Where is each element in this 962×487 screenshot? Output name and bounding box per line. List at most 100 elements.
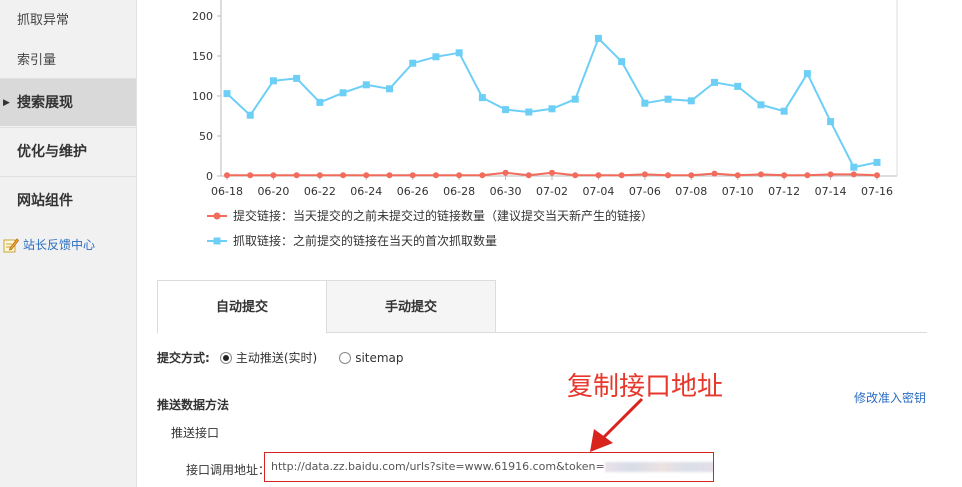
data-point-1[interactable] xyxy=(803,70,811,78)
data-point-0[interactable] xyxy=(618,172,625,179)
data-point-1[interactable] xyxy=(246,111,254,119)
data-point-0[interactable] xyxy=(641,171,648,178)
data-point-0[interactable] xyxy=(502,169,509,176)
data-point-0[interactable] xyxy=(247,172,254,179)
data-point-1[interactable] xyxy=(711,78,718,86)
data-point-0[interactable] xyxy=(293,172,300,179)
data-point-0[interactable] xyxy=(386,172,393,179)
sidebar: 抓取异常 索引量 ▶ 搜索展现 优化与维护 网站组件 站长反馈中心 xyxy=(0,0,137,487)
data-point-1[interactable] xyxy=(827,118,835,126)
x-tick-label: 06-18 xyxy=(211,185,243,198)
data-point-1[interactable] xyxy=(641,99,649,107)
data-point-0[interactable] xyxy=(665,172,672,179)
data-point-0[interactable] xyxy=(734,172,741,179)
x-tick-label: 06-20 xyxy=(257,185,289,198)
y-tick-label: 0 xyxy=(206,170,213,183)
sidebar-item-site-components[interactable]: 网站组件 xyxy=(0,176,136,224)
x-tick-label: 07-14 xyxy=(815,185,847,198)
legend-item-crawled[interactable]: 抓取链接：之前提交的链接在当天的首次抓取数量 xyxy=(207,232,497,249)
data-point-0[interactable] xyxy=(432,172,439,179)
data-point-0[interactable] xyxy=(827,171,834,178)
api-url-label: 接口调用地址： xyxy=(186,463,271,477)
data-point-0[interactable] xyxy=(688,172,695,179)
data-point-0[interactable] xyxy=(340,172,347,179)
data-point-0[interactable] xyxy=(781,172,788,179)
radio-active-push-label[interactable]: 主动推送(实时) xyxy=(236,349,317,366)
data-point-1[interactable] xyxy=(386,85,393,93)
submit-method-row: 提交方式: 主动推送(实时) sitemap xyxy=(157,349,404,366)
data-point-1[interactable] xyxy=(594,34,602,42)
legend-label: 抓取链接：之前提交的链接在当天的首次抓取数量 xyxy=(233,234,498,248)
x-tick-label: 07-04 xyxy=(582,185,614,198)
push-method-heading: 推送数据方法 xyxy=(157,398,230,412)
feedback-center-link[interactable]: 站长反馈中心 xyxy=(0,236,95,253)
y-axis: 0 50 100 150 200 xyxy=(192,0,222,183)
data-point-1[interactable] xyxy=(571,95,579,103)
feedback-center-label: 站长反馈中心 xyxy=(23,238,96,252)
data-point-1[interactable] xyxy=(502,106,510,114)
y-tick-label: 50 xyxy=(199,130,213,143)
data-point-1[interactable] xyxy=(316,98,324,106)
data-point-1[interactable] xyxy=(687,97,695,105)
tab-auto-submit[interactable]: 自动提交 xyxy=(157,280,327,334)
submit-method-label: 提交方式: xyxy=(157,351,210,365)
data-point-0[interactable] xyxy=(549,169,555,176)
data-point-0[interactable] xyxy=(711,170,718,177)
radio-sitemap-label[interactable]: sitemap xyxy=(355,351,403,365)
data-point-1[interactable] xyxy=(873,158,881,166)
data-point-0[interactable] xyxy=(270,172,277,179)
sidebar-item-crawl-errors[interactable]: 抓取异常 xyxy=(0,9,136,28)
sidebar-item-label: 抓取异常 xyxy=(17,13,70,28)
data-point-1[interactable] xyxy=(757,101,765,109)
sidebar-item-label: 优化与维护 xyxy=(17,144,87,160)
data-point-1[interactable] xyxy=(664,95,672,103)
radio-active-push[interactable] xyxy=(219,351,232,364)
sidebar-item-index-volume[interactable]: 索引量 xyxy=(0,49,136,68)
data-point-1[interactable] xyxy=(850,163,858,171)
x-tick-label: 07-06 xyxy=(629,185,661,198)
x-tick-label: 06-28 xyxy=(443,185,475,198)
data-point-1[interactable] xyxy=(409,59,417,67)
data-point-1[interactable] xyxy=(432,53,440,61)
radio-sitemap[interactable] xyxy=(339,351,352,364)
api-url-field[interactable]: http://data.zz.baidu.com/urls?site=www.6… xyxy=(264,452,714,482)
x-tick-label: 07-16 xyxy=(861,185,893,198)
legend-item-submitted[interactable]: 提交链接：当天提交的之前未提交过的链接数量（建议提交当天新产生的链接） xyxy=(207,207,653,224)
data-point-0[interactable] xyxy=(757,171,764,178)
data-point-0[interactable] xyxy=(804,172,811,179)
series-layer xyxy=(223,34,881,179)
data-point-1[interactable] xyxy=(269,77,277,85)
data-point-1[interactable] xyxy=(525,108,533,116)
data-point-0[interactable] xyxy=(316,172,323,179)
edit-access-key-link[interactable]: 修改准入密钥 xyxy=(854,389,926,406)
data-point-0[interactable] xyxy=(363,172,370,179)
sidebar-item-optimize-maintain[interactable]: 优化与维护 xyxy=(0,127,136,175)
data-point-0[interactable] xyxy=(224,172,230,179)
data-point-1[interactable] xyxy=(548,105,556,113)
data-point-1[interactable] xyxy=(618,58,626,66)
legend-label: 提交链接：当天提交的之前未提交过的链接数量（建议提交当天新产生的链接） xyxy=(233,209,654,223)
data-point-0[interactable] xyxy=(874,172,880,179)
data-point-1[interactable] xyxy=(339,89,347,97)
x-tick-label: 07-02 xyxy=(536,185,568,198)
sidebar-item-search-display[interactable]: ▶ 搜索展现 xyxy=(0,78,136,126)
y-tick-label: 200 xyxy=(192,10,213,23)
data-point-1[interactable] xyxy=(455,49,463,57)
data-point-1[interactable] xyxy=(734,82,742,90)
data-point-0[interactable] xyxy=(525,172,532,179)
data-point-0[interactable] xyxy=(595,172,602,179)
data-point-1[interactable] xyxy=(478,94,486,102)
x-tick-label: 07-08 xyxy=(675,185,707,198)
data-point-1[interactable] xyxy=(293,74,301,82)
data-point-0[interactable] xyxy=(572,172,579,179)
caret-right-icon: ▶ xyxy=(3,98,10,108)
data-point-1[interactable] xyxy=(223,90,231,98)
data-point-0[interactable] xyxy=(456,172,463,179)
series-line-1 xyxy=(226,36,878,169)
data-point-0[interactable] xyxy=(850,171,857,178)
data-point-0[interactable] xyxy=(409,172,416,179)
tab-manual-submit[interactable]: 手动提交 xyxy=(326,280,496,333)
data-point-1[interactable] xyxy=(780,107,788,115)
data-point-0[interactable] xyxy=(479,172,486,179)
data-point-1[interactable] xyxy=(362,81,370,89)
